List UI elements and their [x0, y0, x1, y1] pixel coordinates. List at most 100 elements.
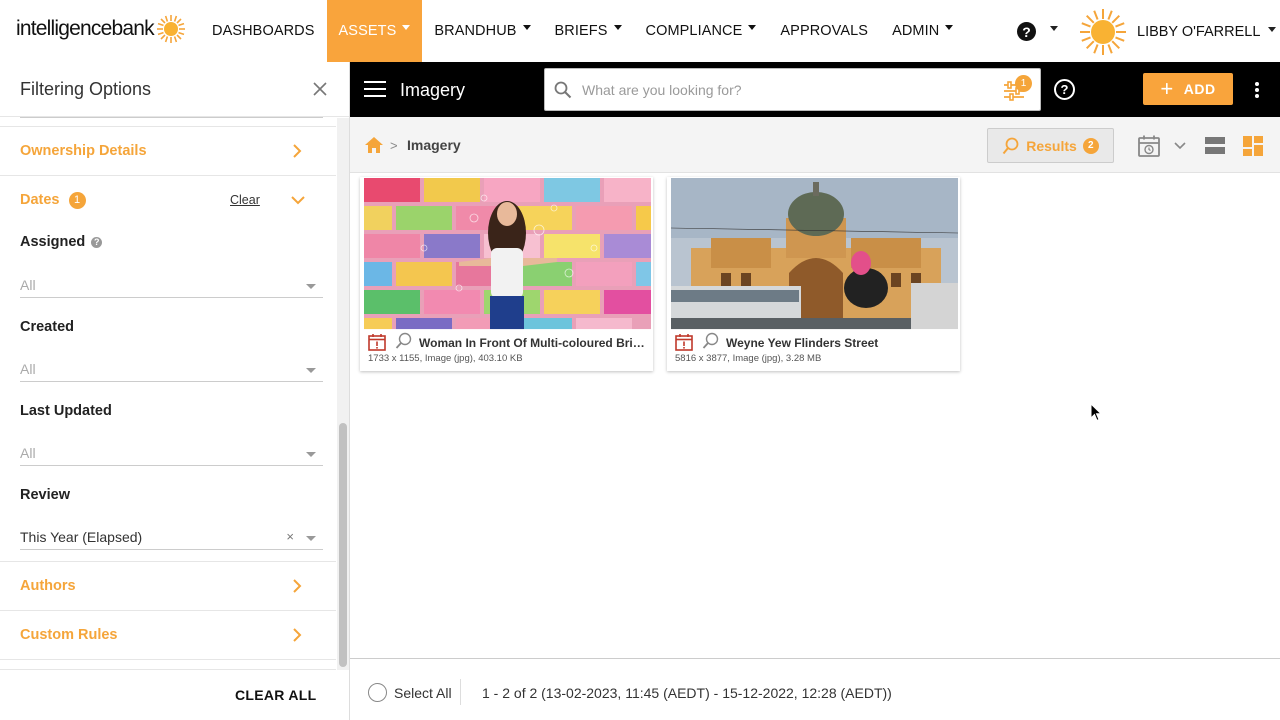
sidebar-scroll-area: Ownership Details Dates 1 Clear Assigned… — [0, 117, 336, 669]
field-label-text: Created — [20, 319, 74, 335]
scroll-thumb[interactable] — [339, 423, 347, 667]
user-name: LIBBY O'FARRELL — [1137, 24, 1261, 40]
zoom-icon[interactable] — [702, 332, 720, 350]
top-navigation: intelligencebank DASHBOARDS ASSETS BRAND… — [0, 0, 1280, 62]
caret-down-icon — [306, 284, 316, 289]
asset-title[interactable]: Woman In Front Of Multi-coloured Bricks — [419, 336, 647, 350]
divider — [460, 679, 461, 705]
nav-approvals[interactable]: APPROVALS — [768, 0, 880, 62]
review-select[interactable]: This Year (Elapsed) × — [20, 524, 323, 550]
nav-label: ASSETS — [338, 23, 397, 39]
asset-title[interactable]: Weyne Yew Flinders Street — [726, 336, 954, 350]
clear-all-button[interactable]: CLEAR ALL — [235, 687, 317, 703]
home-icon[interactable] — [364, 136, 384, 154]
info-icon[interactable]: ? — [91, 236, 103, 248]
add-button[interactable]: + ADD — [1143, 73, 1233, 105]
dates-clear-link[interactable]: Clear — [230, 193, 260, 207]
caret-down-icon — [1268, 26, 1277, 32]
results-button[interactable]: Results 2 — [987, 128, 1114, 163]
select-all-radio[interactable] — [368, 683, 387, 702]
nav-dashboards[interactable]: DASHBOARDS — [200, 0, 327, 62]
close-icon[interactable] — [311, 80, 329, 98]
caret-down-icon — [306, 536, 316, 541]
chevron-down-icon[interactable] — [291, 195, 305, 205]
nav-brandhub[interactable]: BRANDHUB — [422, 0, 542, 62]
nav-compliance[interactable]: COMPLIANCE — [634, 0, 769, 62]
asset-meta: 5816 x 3877, Image (jpg), 3.28 MB — [675, 353, 822, 364]
dates-count-badge: 1 — [68, 191, 86, 209]
caret-down-icon — [945, 24, 954, 30]
clear-selection-icon[interactable]: × — [286, 529, 294, 544]
brand-logo[interactable]: intelligencebank — [16, 14, 186, 44]
help-menu[interactable]: ? — [1017, 22, 1058, 41]
more-options-icon[interactable] — [1255, 82, 1259, 98]
sidebar-footer: CLEAR ALL — [0, 669, 336, 720]
user-menu[interactable]: LIBBY O'FARRELL — [1079, 8, 1277, 56]
section-label: Ownership Details — [20, 143, 147, 159]
calendar-alert-icon[interactable] — [368, 333, 386, 351]
section-label: Authors — [20, 578, 76, 594]
assigned-select[interactable]: All — [20, 272, 323, 298]
search-box: 1 — [544, 68, 1041, 111]
created-label: Created — [20, 319, 74, 335]
results-label: Results — [1026, 137, 1077, 154]
nav-label: BRIEFS — [554, 23, 608, 39]
asset-info: Woman In Front Of Multi-coloured Bricks … — [364, 329, 651, 371]
nav-label: ADMIN — [892, 23, 940, 39]
nav-label: COMPLIANCE — [645, 23, 743, 39]
asset-card[interactable]: Woman In Front Of Multi-coloured Bricks … — [360, 177, 653, 371]
caret-down-icon — [306, 368, 316, 373]
page-title: Imagery — [400, 80, 466, 100]
caret-down-icon — [748, 24, 757, 30]
section-dates[interactable]: Dates 1 Clear — [0, 177, 336, 223]
chevron-down-icon[interactable] — [1174, 142, 1186, 150]
selection-footer: Select All 1 - 2 of 2 (13-02-2023, 11:45… — [350, 658, 1280, 720]
select-value: All — [20, 276, 36, 293]
zoom-icon[interactable] — [395, 332, 413, 350]
section-authors[interactable]: Authors — [0, 562, 336, 611]
created-select[interactable]: All — [20, 356, 323, 382]
sidebar-header: Filtering Options — [0, 62, 349, 117]
asset-thumbnail[interactable] — [364, 178, 651, 330]
breadcrumb-bar: > Imagery Results 2 — [350, 117, 1280, 173]
section-custom-rules[interactable]: Custom Rules — [0, 611, 336, 660]
calendar-clock-icon[interactable] — [1137, 134, 1161, 158]
sun-logo-icon — [156, 15, 185, 43]
divider — [20, 117, 323, 118]
asset-info: Weyne Yew Flinders Street 5816 x 3877, I… — [671, 329, 958, 371]
nav-assets[interactable]: ASSETS — [326, 0, 423, 62]
calendar-alert-icon[interactable] — [675, 333, 693, 351]
results-count-badge: 2 — [1082, 137, 1099, 154]
menu-icon[interactable] — [364, 81, 386, 97]
last-updated-label: Last Updated — [20, 403, 112, 419]
breadcrumb-separator: > — [390, 138, 398, 153]
filter-count-badge: 1 — [1015, 75, 1032, 92]
asset-meta: 1733 x 1155, Image (jpg), 403.10 KB — [368, 353, 523, 364]
asset-card[interactable]: Weyne Yew Flinders Street 5816 x 3877, I… — [667, 177, 960, 371]
colorful-bricks-woman-image — [364, 178, 651, 330]
nav-admin[interactable]: ADMIN — [880, 0, 965, 62]
list-view-icon[interactable] — [1205, 137, 1225, 154]
select-value: This Year (Elapsed) — [20, 528, 143, 545]
last-updated-select[interactable]: All — [20, 440, 323, 466]
caret-down-icon — [522, 24, 531, 30]
caret-down-icon — [402, 24, 411, 30]
sidebar-scrollbar[interactable] — [337, 118, 349, 670]
chevron-right-icon — [293, 579, 302, 593]
results-range-text: 1 - 2 of 2 (13-02-2023, 11:45 (AEDT) - 1… — [482, 685, 892, 701]
nav-label: DASHBOARDS — [212, 23, 315, 39]
nav-briefs[interactable]: BRIEFS — [543, 0, 634, 62]
field-label-text: Review — [20, 487, 70, 503]
chevron-right-icon — [293, 144, 302, 158]
select-all-label[interactable]: Select All — [394, 685, 452, 701]
nav-label: BRANDHUB — [434, 23, 517, 39]
search-input[interactable] — [582, 80, 982, 100]
breadcrumb-current: Imagery — [407, 137, 461, 153]
caret-down-icon — [306, 452, 316, 457]
main-menu: DASHBOARDS ASSETS BRANDHUB BRIEFS COMPLI… — [200, 0, 965, 62]
grid-view-icon[interactable] — [1243, 136, 1263, 156]
asset-thumbnail[interactable] — [671, 178, 958, 330]
help-icon[interactable]: ? — [1054, 79, 1075, 100]
section-ownership-details[interactable]: Ownership Details — [0, 127, 336, 176]
field-label-text: Assigned — [20, 234, 86, 250]
